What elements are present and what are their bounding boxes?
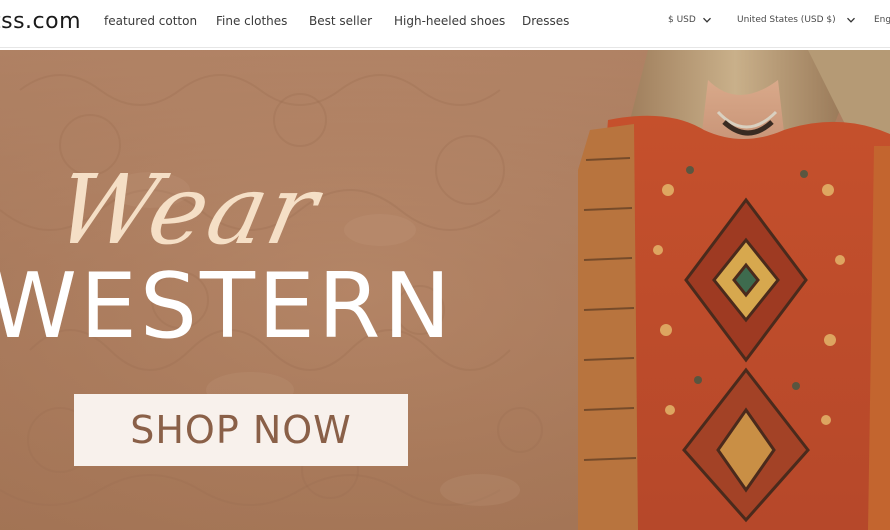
nav-item-best-seller[interactable]: Best seller [309,14,372,28]
country-label: United States (USD $) [737,15,836,25]
shop-now-button[interactable]: SHOP NOW [74,394,408,466]
model-photo [578,50,890,530]
hero-script-text: Wear [46,154,329,266]
site-header: tss.com featured cotton Fine clothes Bes… [0,0,890,48]
nav-item-fine-clothes[interactable]: Fine clothes [216,14,287,28]
language-selector[interactable]: Eng [874,15,890,25]
site-logo[interactable]: tss.com [0,9,81,34]
nav-item-high-heeled-shoes[interactable]: High-heeled shoes [394,14,505,28]
hero-banner[interactable]: Wear WESTERN SHOP NOW [0,50,890,530]
language-label: Eng [874,15,890,25]
nav-item-dresses[interactable]: Dresses [522,14,569,28]
hero-headline: WESTERN [0,254,454,359]
currency-selector[interactable]: $ USD [668,15,712,25]
country-selector[interactable]: United States (USD $) [737,15,856,25]
nav-item-featured-cotton[interactable]: featured cotton [104,14,197,28]
currency-label: $ USD [668,15,696,25]
shop-now-label: SHOP NOW [130,408,352,452]
chevron-down-icon [702,15,712,25]
chevron-down-icon [846,15,856,25]
